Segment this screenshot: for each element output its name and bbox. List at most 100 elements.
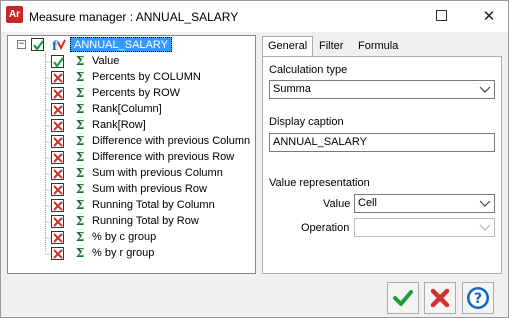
tree-item[interactable]: Σ Percents by ROW <box>8 85 256 101</box>
close-icon: ✕ <box>482 7 496 25</box>
tree-item-checkbox[interactable] <box>51 55 64 68</box>
svg-text:?: ? <box>474 291 482 307</box>
checkmark-icon <box>53 57 64 68</box>
tree-item-checkbox[interactable] <box>51 215 64 228</box>
tree-item-label: Rank[Row] <box>92 119 146 131</box>
tree-item-checkbox[interactable] <box>51 247 64 260</box>
cross-icon <box>53 105 63 115</box>
tree-item-label: Sum with previous Row <box>92 183 207 195</box>
calculation-type-select[interactable]: Summa <box>269 80 495 99</box>
tree-item-checkbox[interactable] <box>51 71 64 84</box>
tree-item[interactable]: Σ % by r group <box>8 245 256 261</box>
tree-item-label: Percents by COLUMN <box>92 71 201 83</box>
tree-item[interactable]: Σ Running Total by Column <box>8 197 256 213</box>
calculation-type-value: Summa <box>273 83 311 95</box>
cross-icon <box>53 137 63 147</box>
measure-tree[interactable]: − f ANNUAL_SALARY Σ Value Σ Percents by COL… <box>7 35 256 274</box>
cross-icon <box>53 169 63 179</box>
sigma-icon: Σ <box>75 70 85 84</box>
value-select[interactable]: Cell <box>354 194 495 213</box>
tree-item-label: Value <box>92 55 120 67</box>
cross-icon <box>53 233 63 243</box>
measure-manager-window: Ar Measure manager : ANNUAL_SALARY ✕ − f <box>0 0 509 318</box>
help-button[interactable]: ? <box>462 282 494 314</box>
tree-item-label: Difference with previous Column <box>92 135 251 147</box>
maximize-icon <box>436 10 447 21</box>
sigma-icon: Σ <box>75 246 85 260</box>
tree-root-label[interactable]: ANNUAL_SALARY <box>70 37 172 52</box>
tab-general[interactable]: General <box>262 36 314 57</box>
tree-item[interactable]: Σ Difference with previous Column <box>8 133 256 149</box>
tree-item[interactable]: Σ Difference with previous Row <box>8 149 256 165</box>
cross-icon <box>53 185 63 195</box>
sigma-icon: Σ <box>75 54 85 68</box>
sigma-icon: Σ <box>75 102 85 116</box>
tree-item-checkbox[interactable] <box>51 87 64 100</box>
display-caption-label: Display caption <box>269 116 344 128</box>
tree-item-label: % by r group <box>92 247 155 259</box>
value-representation-label: Value representation <box>269 177 370 189</box>
cross-icon <box>53 89 63 99</box>
value-select-value: Cell <box>358 197 377 209</box>
title-bar: Ar Measure manager : ANNUAL_SALARY ✕ <box>1 1 508 32</box>
chevron-down-icon <box>479 200 491 207</box>
tree-item-checkbox[interactable] <box>51 151 64 164</box>
tree-item[interactable]: Σ Percents by COLUMN <box>8 69 256 85</box>
display-caption-value: ANNUAL_SALARY <box>273 136 367 148</box>
tree-item-checkbox[interactable] <box>51 103 64 116</box>
chevron-down-icon <box>479 86 491 93</box>
tree-item-checkbox[interactable] <box>51 231 64 244</box>
root-checkbox[interactable] <box>31 38 44 51</box>
tree-item[interactable]: Σ Sum with previous Column <box>8 165 256 181</box>
checkmark-icon <box>393 290 413 306</box>
tree-item-checkbox[interactable] <box>51 135 64 148</box>
sigma-icon: Σ <box>75 118 85 132</box>
cross-icon <box>53 249 63 259</box>
display-caption-input[interactable]: ANNUAL_SALARY <box>269 133 495 152</box>
tree-item[interactable]: Σ Rank[Row] <box>8 117 256 133</box>
cross-icon <box>53 121 63 131</box>
value-label: Value <box>323 198 351 210</box>
cancel-button[interactable] <box>424 282 456 314</box>
tree-item[interactable]: Σ Running Total by Row <box>8 213 256 229</box>
cross-icon <box>53 153 63 163</box>
sigma-icon: Σ <box>75 166 85 180</box>
operation-label: Operation <box>301 222 350 234</box>
tree-item[interactable]: Σ Sum with previous Row <box>8 181 256 197</box>
tree-item[interactable]: Σ Value <box>8 53 256 69</box>
sigma-icon: Σ <box>75 86 85 100</box>
chevron-down-icon <box>479 224 491 231</box>
measure-fx-icon: f <box>52 39 66 52</box>
sigma-icon: Σ <box>75 214 85 228</box>
svg-text:f: f <box>52 39 58 52</box>
cross-icon <box>430 288 450 308</box>
tree-item-label: Running Total by Row <box>92 215 199 227</box>
tab-filter[interactable]: Filter <box>314 37 349 56</box>
tree-item-checkbox[interactable] <box>51 199 64 212</box>
collapse-toggle[interactable]: − <box>17 40 26 49</box>
sigma-icon: Σ <box>75 198 85 212</box>
maximize-button[interactable] <box>429 5 455 27</box>
question-icon: ? <box>467 287 489 309</box>
general-tab-panel: Calculation type Summa Display caption A… <box>262 56 502 274</box>
tree-item[interactable]: Σ Rank[Column] <box>8 101 256 117</box>
tree-item-checkbox[interactable] <box>51 167 64 180</box>
tree-item-label: % by c group <box>92 231 157 243</box>
operation-select[interactable] <box>354 218 495 237</box>
tab-formula[interactable]: Formula <box>353 37 404 56</box>
window-title: Measure manager : ANNUAL_SALARY <box>29 10 239 24</box>
tree-item-label: Difference with previous Row <box>92 151 235 163</box>
tree-item-checkbox[interactable] <box>51 183 64 196</box>
sigma-icon: Σ <box>75 182 85 196</box>
tree-root-row[interactable]: − f ANNUAL_SALARY <box>8 36 256 53</box>
tree-item-checkbox[interactable] <box>51 119 64 132</box>
app-icon: Ar <box>6 6 23 23</box>
sigma-icon: Σ <box>75 230 85 244</box>
sigma-icon: Σ <box>75 134 85 148</box>
cross-icon <box>53 217 63 227</box>
close-button[interactable]: ✕ <box>476 5 502 27</box>
ok-button[interactable] <box>387 282 419 314</box>
tree-item-label: Rank[Column] <box>92 103 162 115</box>
tree-item[interactable]: Σ % by c group <box>8 229 256 245</box>
tree-item-label: Running Total by Column <box>92 199 215 211</box>
